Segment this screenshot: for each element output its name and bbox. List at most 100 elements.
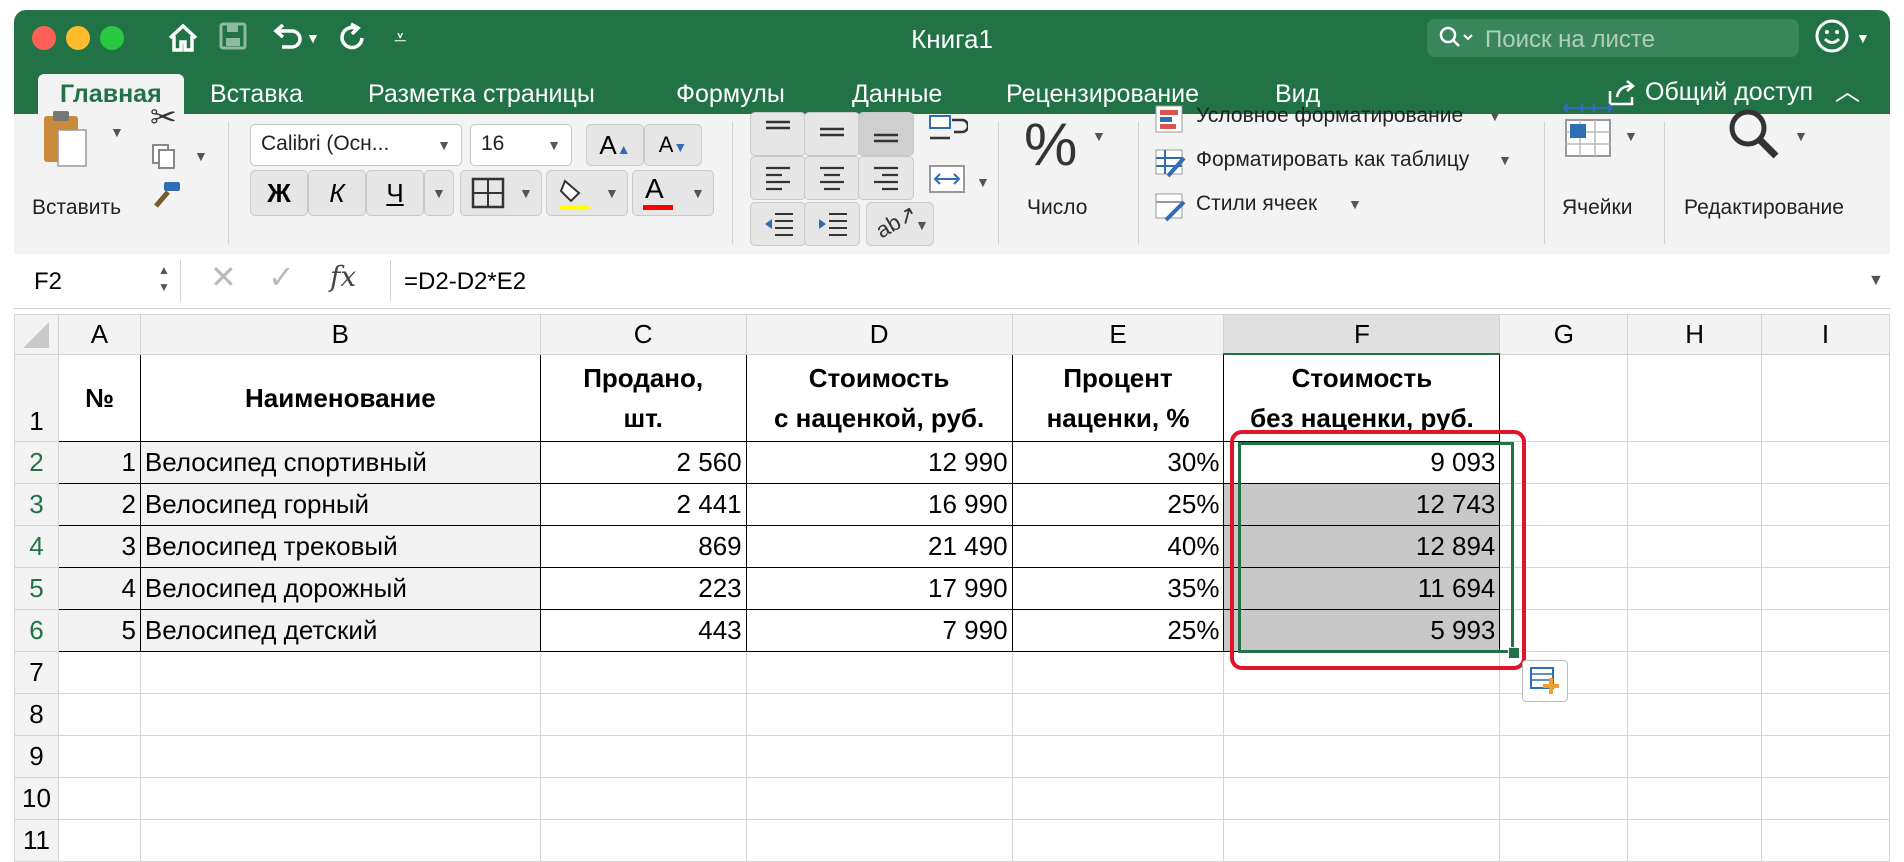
cell-number[interactable]: 2 <box>57 483 141 526</box>
empty-cell[interactable] <box>1627 819 1763 862</box>
empty-cell[interactable] <box>745 651 1013 694</box>
empty-cell[interactable] <box>139 693 541 736</box>
cells-icon[interactable] <box>1560 102 1616 165</box>
number-dropdown-icon[interactable]: ▼ <box>1092 128 1106 144</box>
empty-cell[interactable] <box>1627 693 1763 736</box>
empty-cell[interactable] <box>1761 483 1890 526</box>
empty-cell[interactable] <box>539 819 747 862</box>
column-header[interactable]: C <box>539 314 747 355</box>
row-header[interactable]: 7 <box>14 651 59 694</box>
empty-cell[interactable] <box>1627 777 1763 820</box>
empty-cell[interactable] <box>1223 693 1501 736</box>
column-header[interactable]: H <box>1627 314 1763 355</box>
tab-formulas[interactable]: Формулы <box>676 74 785 114</box>
header-cell[interactable]: № <box>57 353 141 442</box>
empty-cell[interactable] <box>1627 441 1763 484</box>
column-header[interactable]: E <box>1011 314 1225 355</box>
empty-cell[interactable] <box>57 777 141 820</box>
empty-cell[interactable] <box>139 735 541 778</box>
empty-cell[interactable] <box>57 735 141 778</box>
empty-cell[interactable] <box>1761 819 1890 862</box>
empty-cell[interactable] <box>1499 609 1629 652</box>
underline-dropdown-button[interactable]: ▼ <box>424 170 454 216</box>
underline-button[interactable]: Ч <box>366 170 424 216</box>
empty-cell[interactable] <box>745 777 1013 820</box>
row-header[interactable]: 11 <box>14 819 59 862</box>
align-right-button[interactable] <box>858 156 914 200</box>
empty-cell[interactable] <box>1011 735 1225 778</box>
column-header[interactable]: I <box>1761 314 1890 355</box>
enter-icon[interactable]: ✓ <box>268 258 295 296</box>
fill-handle[interactable] <box>1508 647 1520 659</box>
empty-cell[interactable] <box>1761 693 1890 736</box>
row-header[interactable]: 1 <box>14 353 59 442</box>
header-cell[interactable]: Наименование <box>139 353 541 442</box>
function-icon[interactable]: fx <box>330 260 356 293</box>
align-left-button[interactable] <box>750 156 806 200</box>
font-name-select[interactable]: Calibri (Осн... ▼ <box>250 124 462 166</box>
empty-cell[interactable] <box>1761 567 1890 610</box>
empty-cell[interactable] <box>139 777 541 820</box>
percent-icon[interactable]: % <box>1024 110 1077 179</box>
row-header[interactable]: 8 <box>14 693 59 736</box>
empty-cell[interactable] <box>1761 735 1890 778</box>
empty-cell[interactable] <box>1627 567 1763 610</box>
cell-percent[interactable]: 25% <box>1011 609 1225 652</box>
feedback-dropdown-icon[interactable]: ▼ <box>1856 21 1870 55</box>
cell-sold[interactable]: 869 <box>539 525 747 568</box>
align-center-button[interactable] <box>804 156 860 200</box>
cell-percent[interactable]: 35% <box>1011 567 1225 610</box>
column-header[interactable]: G <box>1499 314 1629 355</box>
header-cell[interactable]: Стоимость с наценкой, руб. <box>745 353 1013 442</box>
row-header[interactable]: 3 <box>14 483 59 526</box>
cell-percent[interactable]: 25% <box>1011 483 1225 526</box>
empty-cell[interactable] <box>1499 777 1629 820</box>
empty-cell[interactable] <box>57 651 141 694</box>
empty-cell[interactable] <box>1499 441 1629 484</box>
increase-indent-button[interactable] <box>804 202 860 246</box>
empty-cell[interactable] <box>1627 353 1763 442</box>
row-header[interactable]: 4 <box>14 525 59 568</box>
empty-cell[interactable] <box>1499 735 1629 778</box>
tab-page-layout[interactable]: Разметка страницы <box>368 74 595 114</box>
decrease-indent-button[interactable] <box>750 202 806 246</box>
column-header[interactable]: B <box>139 314 541 355</box>
paste-icon[interactable] <box>40 106 90 185</box>
empty-cell[interactable] <box>539 693 747 736</box>
cell-name[interactable]: Велосипед горный <box>139 483 541 526</box>
empty-cell[interactable] <box>1011 693 1225 736</box>
borders-button[interactable]: ▼ <box>460 170 542 216</box>
cell-name[interactable]: Велосипед детский <box>139 609 541 652</box>
cancel-icon[interactable]: ✕ <box>210 258 237 296</box>
empty-cell[interactable] <box>1627 609 1763 652</box>
empty-cell[interactable] <box>1627 651 1763 694</box>
empty-cell[interactable] <box>1761 441 1890 484</box>
empty-cell[interactable] <box>139 651 541 694</box>
cell-price[interactable]: 17 990 <box>745 567 1013 610</box>
row-header[interactable]: 6 <box>14 609 59 652</box>
editing-dropdown-icon[interactable]: ▼ <box>1794 128 1808 144</box>
empty-cell[interactable] <box>1627 525 1763 568</box>
align-top-button[interactable] <box>750 112 806 156</box>
empty-cell[interactable] <box>745 693 1013 736</box>
bold-button[interactable]: Ж <box>250 170 308 216</box>
smiley-feedback-icon[interactable] <box>1814 18 1850 62</box>
column-header[interactable]: D <box>745 314 1013 355</box>
cell-sold[interactable]: 2 560 <box>539 441 747 484</box>
cell-price[interactable]: 7 990 <box>745 609 1013 652</box>
select-all-corner[interactable] <box>14 314 59 355</box>
cell-name[interactable]: Велосипед трековый <box>139 525 541 568</box>
cells-label[interactable]: Ячейки <box>1562 196 1632 220</box>
tab-insert[interactable]: Вставка <box>210 74 303 114</box>
row-header[interactable]: 9 <box>14 735 59 778</box>
copy-dropdown-icon[interactable]: ▼ <box>194 148 208 164</box>
cell-net-price[interactable]: 12 743 <box>1223 483 1501 526</box>
collapse-ribbon-icon[interactable]: ︿ <box>1835 78 1860 106</box>
cell-net-price[interactable]: 12 894 <box>1223 525 1501 568</box>
empty-cell[interactable] <box>1627 735 1763 778</box>
merge-dropdown-icon[interactable]: ▼ <box>976 174 990 190</box>
font-color-button[interactable]: A ▼ <box>632 170 714 216</box>
empty-cell[interactable] <box>745 735 1013 778</box>
empty-cell[interactable] <box>1223 735 1501 778</box>
cell-price[interactable]: 12 990 <box>745 441 1013 484</box>
